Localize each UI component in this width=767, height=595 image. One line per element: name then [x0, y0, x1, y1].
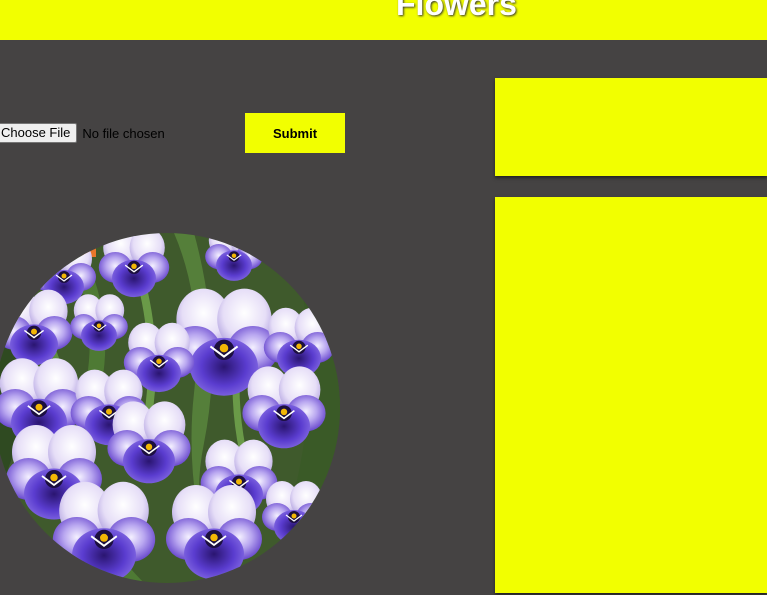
- info-panel-top: [495, 78, 767, 176]
- header-bar: Flowers: [0, 0, 767, 40]
- page-title: Flowers: [396, 0, 517, 22]
- info-panel-bottom: [495, 197, 767, 593]
- file-upload-input[interactable]: Choose File No file chosen: [0, 122, 165, 144]
- flower-image: [0, 233, 340, 583]
- pansy-photo-illustration: [0, 233, 340, 583]
- submit-button[interactable]: Submit: [245, 113, 345, 153]
- choose-file-button[interactable]: Choose File: [0, 123, 78, 143]
- file-status-text: No file chosen: [82, 125, 165, 141]
